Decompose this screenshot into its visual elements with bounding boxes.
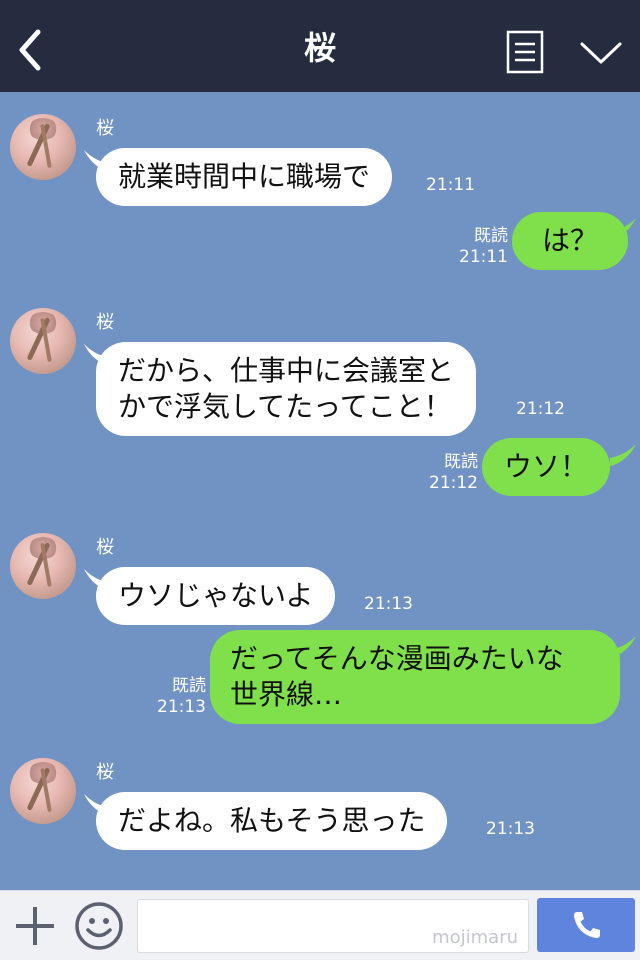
message-time: 21:13: [364, 594, 413, 614]
message-input[interactable]: mojimaru: [137, 899, 529, 953]
message-text-line: 世界線…: [230, 678, 343, 711]
message-time: 21:13: [157, 697, 206, 717]
avatar[interactable]: [10, 533, 76, 599]
message-bubble: だから、仕事中に会議室と かで浮気してたってこと！: [96, 342, 477, 436]
chat-area[interactable]: 桜 就業時間中に職場で 21:11 既読 21:11 は？ 桜 だから、仕事中に…: [0, 92, 640, 890]
message-time: 21:11: [426, 175, 475, 195]
chevron-down-icon: [580, 42, 622, 64]
input-bar: mojimaru: [0, 890, 640, 960]
message-text-line: かで浮気してたってこと！: [118, 390, 452, 423]
avatar[interactable]: [10, 308, 76, 374]
message-time: 21:12: [429, 473, 478, 493]
call-button[interactable]: [537, 898, 635, 952]
plus-icon: [16, 907, 54, 945]
message-text: は？: [542, 224, 599, 257]
sender-name: 桜: [96, 762, 114, 783]
message-text: ウソじゃないよ: [118, 579, 314, 612]
read-receipt: 既読 21:11: [454, 226, 508, 268]
read-receipt: 既読 21:13: [152, 676, 206, 718]
message-text-line: だから、仕事中に会議室と: [118, 354, 455, 387]
read-receipt: 既読 21:12: [424, 452, 478, 494]
message-time: 21:11: [459, 247, 508, 267]
avatar[interactable]: [10, 114, 76, 180]
message-text-line: だってそんな漫画みたいな: [230, 642, 564, 675]
bubble-tail: [610, 444, 636, 466]
watermark: mojimaru: [432, 927, 518, 948]
message-bubble: だよね。私もそう思った: [96, 792, 448, 850]
message-text: だよね。私もそう思った: [118, 804, 426, 837]
message-text: 就業時間中に職場で: [118, 160, 371, 193]
phone-icon: [573, 912, 600, 939]
message-time: 21:12: [516, 399, 565, 419]
read-label: 既読: [172, 676, 206, 696]
add-button[interactable]: [14, 903, 56, 949]
message-bubble: 就業時間中に職場で: [96, 148, 393, 206]
menu-button[interactable]: [506, 30, 544, 74]
avatar[interactable]: [10, 758, 76, 824]
bubble-tail: [610, 636, 636, 658]
message-bubble: ウソじゃないよ: [96, 567, 336, 625]
chat-header: 桜: [0, 0, 640, 92]
message-time: 21:13: [486, 819, 535, 839]
emoji-button[interactable]: [74, 901, 124, 951]
menu-list-icon: [506, 30, 544, 74]
bubble-tail: [610, 218, 636, 240]
message-bubble: だってそんな漫画みたいな 世界線…: [210, 630, 620, 724]
collapse-button[interactable]: [578, 38, 624, 68]
message-bubble: ウソ！: [482, 438, 611, 496]
sender-name: 桜: [96, 537, 114, 558]
read-label: 既読: [444, 452, 478, 472]
read-label: 既読: [474, 226, 508, 246]
message-text: ウソ！: [504, 450, 589, 483]
chat-title: 桜: [303, 29, 336, 67]
emoji-smile-icon: [75, 902, 123, 950]
sender-name: 桜: [96, 312, 114, 333]
sender-name: 桜: [96, 118, 114, 139]
